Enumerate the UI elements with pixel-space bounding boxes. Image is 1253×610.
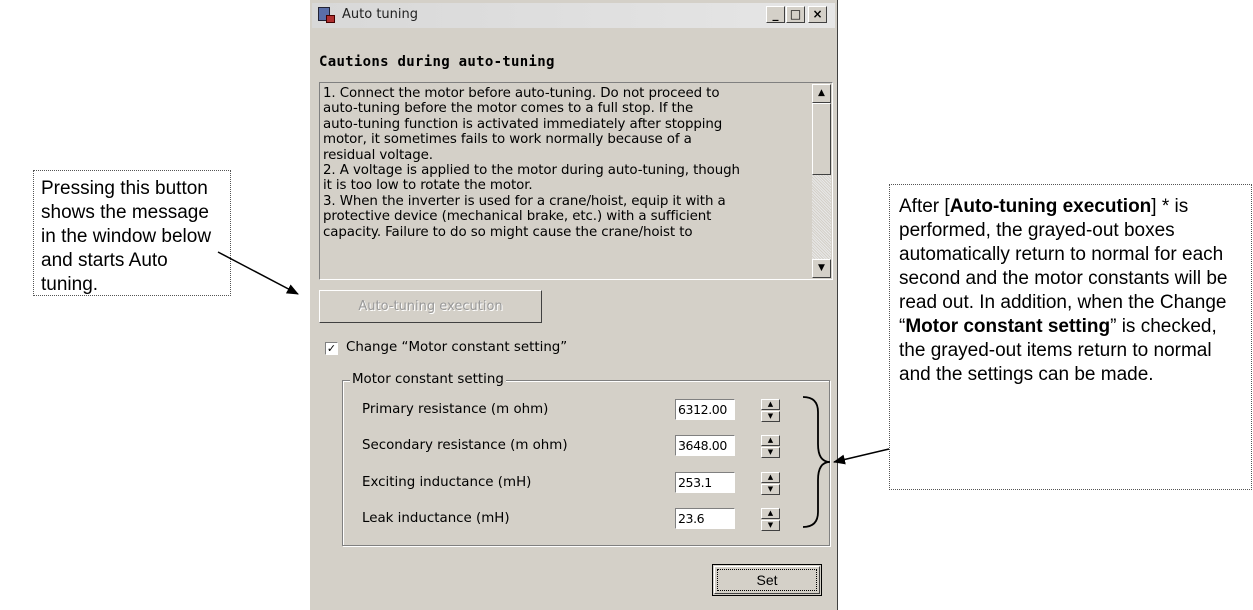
primary-resistance-spinner[interactable]: ▲ ▼ (761, 399, 780, 422)
secondary-resistance-spinner[interactable]: ▲ ▼ (761, 435, 780, 458)
callout-paragraph: After [Auto-tuning execution] * is perfo… (899, 196, 1228, 385)
scroll-thumb[interactable] (812, 103, 831, 175)
spin-up-icon[interactable]: ▲ (761, 508, 780, 519)
param-label: Secondary resistance (m ohm) (362, 438, 568, 453)
change-motor-constant-checkbox[interactable]: ✓ (325, 342, 338, 355)
cautions-line: residual voltage. (323, 147, 433, 163)
callout-motor-constant-explanation: After [Auto-tuning execution] * is perfo… (889, 184, 1252, 490)
cautions-line: motor, it sometimes fails to work normal… (323, 132, 692, 148)
primary-resistance-input[interactable]: 6312.00 (675, 399, 735, 420)
callout-line: in the window below (41, 226, 212, 247)
spin-down-icon[interactable]: ▼ (761, 484, 780, 495)
auto-tuning-execution-button[interactable]: Auto-tuning execution (319, 290, 542, 323)
scroll-down-arrow-icon[interactable]: ▼ (812, 259, 831, 278)
title-bar[interactable]: Auto tuning _ □ × (312, 3, 835, 28)
vertical-scrollbar[interactable]: ▲ ▼ (812, 84, 831, 278)
cautions-line: auto-tuning before the motor comes to a … (323, 101, 694, 117)
exciting-inductance-input[interactable]: 253.1 (675, 472, 735, 493)
cautions-text: 1. Connect the motor before auto-tuning.… (323, 86, 811, 276)
scroll-up-arrow-icon[interactable]: ▲ (812, 84, 831, 103)
motor-constant-groupbox: Motor constant setting Primary resistanc… (342, 372, 830, 546)
spin-up-icon[interactable]: ▲ (761, 435, 780, 446)
window-title: Auto tuning (342, 7, 418, 22)
param-row-primary-resistance: Primary resistance (m ohm) 6312.00 ▲ ▼ (362, 397, 822, 427)
cautions-line: 2. A voltage is applied to the motor dur… (323, 163, 740, 179)
set-button[interactable]: Set (712, 564, 822, 596)
param-row-secondary-resistance: Secondary resistance (m ohm) 3648.00 ▲ ▼ (362, 433, 822, 463)
param-row-exciting-inductance: Exciting inductance (mH) 253.1 ▲ ▼ (362, 470, 822, 500)
callout-line: Pressing this button (41, 178, 208, 199)
param-label: Primary resistance (m ohm) (362, 402, 549, 417)
spin-down-icon[interactable]: ▼ (761, 411, 780, 422)
cautions-line: protective device (mechanical brake, etc… (323, 209, 712, 225)
callout-line: tuning. (41, 274, 99, 295)
cautions-line: 1. Connect the motor before auto-tuning.… (323, 86, 720, 101)
cautions-heading: Cautions during auto-tuning (319, 54, 555, 70)
secondary-resistance-input[interactable]: 3648.00 (675, 435, 735, 456)
motor-constant-legend: Motor constant setting (350, 372, 506, 387)
leak-inductance-input[interactable]: 23.6 (675, 508, 735, 529)
callout-line: and starts Auto (41, 250, 168, 271)
change-motor-constant-label: Change “Motor constant setting” (346, 340, 568, 355)
app-icon (318, 7, 335, 23)
cautions-message-box[interactable]: 1. Connect the motor before auto-tuning.… (319, 82, 833, 280)
spin-up-icon[interactable]: ▲ (761, 399, 780, 410)
set-button-label: Set (717, 569, 817, 591)
callout-line: shows the message (41, 202, 209, 223)
cautions-line: it is too low to rotate the motor. (323, 178, 533, 194)
cautions-line: capacity. Failure to do so might cause t… (323, 224, 693, 240)
auto-tuning-window: Auto tuning _ □ × Cautions during auto-t… (309, 0, 838, 610)
close-button[interactable]: × (808, 6, 827, 23)
spin-down-icon[interactable]: ▼ (761, 447, 780, 458)
param-label: Leak inductance (mH) (362, 511, 510, 526)
cautions-line: auto-tuning function is activated immedi… (323, 116, 723, 132)
minimize-button[interactable]: _ (766, 6, 785, 23)
param-label: Exciting inductance (mH) (362, 475, 532, 490)
spin-down-icon[interactable]: ▼ (761, 520, 780, 531)
leak-inductance-spinner[interactable]: ▲ ▼ (761, 508, 780, 531)
arrow-to-brace (833, 448, 890, 465)
param-row-leak-inductance: Leak inductance (mH) 23.6 ▲ ▼ (362, 506, 822, 536)
cautions-line: 3. When the inverter is used for a crane… (323, 193, 726, 209)
exciting-inductance-spinner[interactable]: ▲ ▼ (761, 472, 780, 495)
maximize-button[interactable]: □ (786, 6, 805, 23)
spin-up-icon[interactable]: ▲ (761, 472, 780, 483)
callout-execute-explanation: Pressing this button shows the message i… (33, 170, 231, 296)
